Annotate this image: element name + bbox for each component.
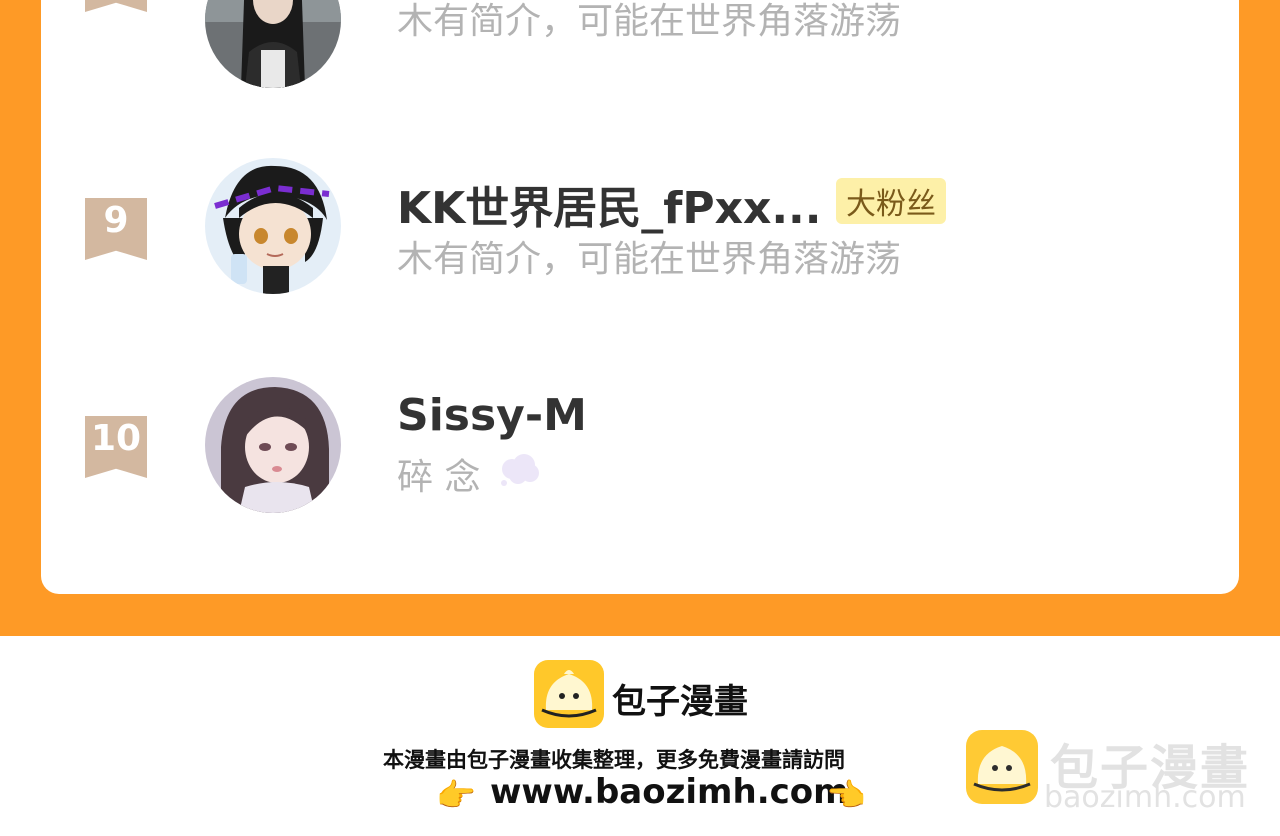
super-fan-badge: 大粉丝 xyxy=(836,178,946,224)
rank-badge-8: 8 xyxy=(85,0,147,12)
footer-brand: 包子漫畫 xyxy=(612,682,748,722)
bio-8: 木有简介，可能在世界角落游荡 xyxy=(397,1,902,42)
avatar-9[interactable] xyxy=(205,158,341,294)
avatar-10[interactable] xyxy=(205,377,341,513)
bio-10-text: 碎 念 xyxy=(397,457,481,498)
username-10[interactable]: Sissy-M xyxy=(397,390,587,441)
username-9[interactable]: KK世界居民_fPxx... xyxy=(397,172,822,236)
fan-ranking-card: 8 木有简介，可能在世界角落游荡 9 xyxy=(41,0,1239,594)
rank-badge-10: 10 xyxy=(85,416,147,478)
watermark-url: baozimh.com xyxy=(1044,780,1246,815)
rank-badge-9: 9 xyxy=(85,198,147,260)
bio-9: 木有简介，可能在世界角落游荡 xyxy=(397,239,902,280)
baozi-logo-icon xyxy=(534,660,604,728)
bio-10: 碎 念 xyxy=(397,448,542,500)
avatar-8[interactable] xyxy=(205,0,341,88)
footer-url-link[interactable]: www.baozimh.com xyxy=(490,772,849,812)
pointing-right-hand-icon: 👉 xyxy=(436,776,476,814)
ranking-row-10[interactable]: 10 Sissy-M 碎 念 xyxy=(41,376,1239,516)
thought-cloud-icon xyxy=(498,453,542,496)
ranking-row-9[interactable]: 9 KK世界居民_fPxx... 大粉丝 木有简介，可能在世界角落游荡 xyxy=(41,158,1239,298)
watermark-logo-icon xyxy=(966,730,1038,804)
pointing-left-hand-icon: 👈 xyxy=(826,776,866,814)
footer-description: 本漫畫由包子漫畫收集整理，更多免費漫畫請訪問 xyxy=(383,748,845,772)
ranking-row-8[interactable]: 8 木有简介，可能在世界角落游荡 xyxy=(41,0,1239,88)
